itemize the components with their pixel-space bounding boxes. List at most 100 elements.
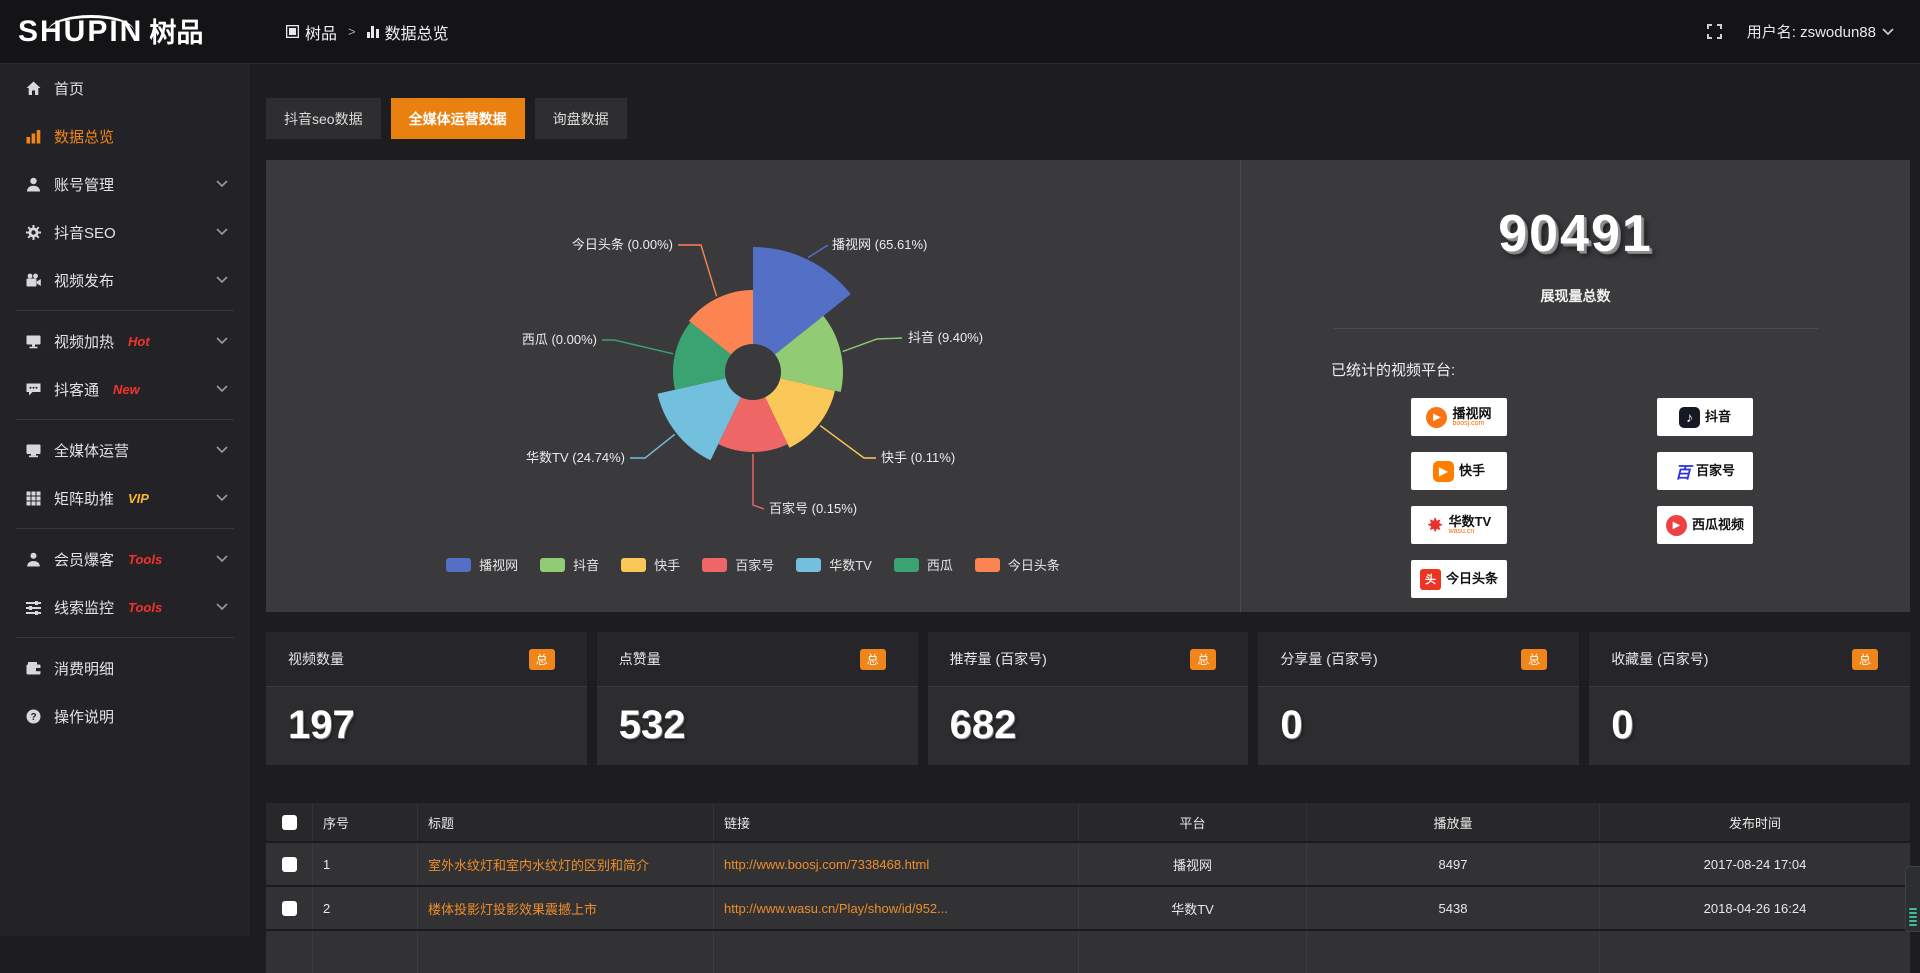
legend-item-西瓜[interactable]: 西瓜 bbox=[894, 555, 953, 574]
legend-label: 播视网 bbox=[479, 555, 518, 574]
legend-item-播视网[interactable]: 播视网 bbox=[446, 555, 518, 574]
pie-label-line-抖音 bbox=[843, 338, 902, 352]
sidebar-item-label: 首页 bbox=[54, 78, 84, 99]
platform-badge-wasu[interactable]: ✸华数TVwasu.cn bbox=[1411, 506, 1507, 544]
pie-label-百家号: 百家号 (0.15%) bbox=[769, 501, 857, 516]
platform-badges: ▶播视网boosj.com ▶快手 ✸华数TVwasu.cn 头今日头条 ♪抖音百百家… bbox=[1411, 398, 1910, 598]
legend-item-今日头条[interactable]: 今日头条 bbox=[975, 555, 1060, 574]
sidebar-item-video-heat[interactable]: 视频加热Hot bbox=[0, 317, 250, 365]
sidebar-item-media-ops[interactable]: 全媒体运营 bbox=[0, 426, 250, 474]
app-logo[interactable]: SHUPIN 树品 bbox=[0, 17, 250, 47]
stat-card-value: 197 bbox=[266, 687, 587, 748]
total-badge[interactable]: 总 bbox=[529, 649, 555, 670]
breadcrumb-root[interactable]: 树品 bbox=[286, 20, 337, 44]
sidebar-item-member-burst[interactable]: 会员爆客Tools bbox=[0, 535, 250, 583]
chevron-down-icon bbox=[216, 385, 228, 393]
total-badge[interactable]: 总 bbox=[860, 649, 886, 670]
select-all-checkbox[interactable] bbox=[282, 815, 297, 830]
rose-pie-chart[interactable]: 播视网 (65.61%)抖音 (9.40%)快手 (0.11%)百家号 (0.1… bbox=[266, 160, 1240, 612]
sidebar-item-douketong[interactable]: 抖客通New bbox=[0, 365, 250, 413]
video-title-link[interactable]: 楼体投影灯投影效果震撼上市 bbox=[428, 899, 597, 918]
sidebar-item-data-overview[interactable]: 数据总览 bbox=[0, 112, 250, 160]
sidebar-item-label: 全媒体运营 bbox=[54, 440, 129, 461]
chevron-down-icon bbox=[216, 555, 228, 563]
breadcrumb-root-label: 树品 bbox=[305, 20, 337, 44]
sidebar-item-account[interactable]: 账号管理 bbox=[0, 160, 250, 208]
video-title-link[interactable]: 室外水纹灯和室内水纹灯的区别和简介 bbox=[428, 855, 649, 874]
sidebar-divider bbox=[16, 419, 234, 420]
summary-divider bbox=[1334, 328, 1818, 329]
platform-name: 百家号 bbox=[1696, 464, 1735, 478]
pie-label-西瓜: 西瓜 (0.00%) bbox=[522, 332, 597, 347]
gear-icon bbox=[25, 224, 42, 241]
side-scroll-widget[interactable] bbox=[1905, 866, 1920, 932]
platform-badge-douyin[interactable]: ♪抖音 bbox=[1657, 398, 1753, 436]
platform-badge-boosj[interactable]: ▶播视网boosj.com bbox=[1411, 398, 1507, 436]
user-menu[interactable]: 用户名: zswodun88 bbox=[1747, 21, 1894, 42]
main-content: 抖音seo数据全媒体运营数据询盘数据 播视网 (65.61%)抖音 (9.40%… bbox=[250, 64, 1920, 936]
video-url-link[interactable]: http://www.boosj.com/7338468.html bbox=[724, 857, 929, 872]
fullscreen-icon[interactable] bbox=[1706, 23, 1723, 40]
legend-label: 华数TV bbox=[829, 555, 872, 574]
platform-badge-column-right: ♪抖音百百家号 ▶西瓜视频 bbox=[1657, 398, 1753, 598]
sidebar-item-label: 视频加热 bbox=[54, 331, 114, 352]
cell-plays: 8497 bbox=[1307, 843, 1600, 885]
total-impressions-value: 90491 bbox=[1241, 204, 1910, 264]
platform-badge-toutiao[interactable]: 头今日头条 bbox=[1411, 560, 1507, 598]
legend-item-快手[interactable]: 快手 bbox=[621, 555, 680, 574]
total-badge[interactable]: 总 bbox=[1852, 649, 1878, 670]
platform-name: 西瓜视频 bbox=[1692, 518, 1744, 532]
platform-badge-kuaishou[interactable]: ▶快手 bbox=[1411, 452, 1507, 490]
platform-name: 今日头条 bbox=[1446, 572, 1498, 586]
legend-swatch bbox=[894, 558, 919, 572]
summary-panel: 90491 展现量总数 已统计的视频平台: ▶播视网boosj.com▶快手✸华… bbox=[1240, 160, 1910, 612]
row-checkbox[interactable] bbox=[282, 857, 297, 872]
header-platform: 平台 bbox=[1079, 803, 1307, 841]
sidebar-item-label: 数据总览 bbox=[54, 126, 114, 147]
sidebar-item-home[interactable]: 首页 bbox=[0, 64, 250, 112]
toutiao-logo: 头 bbox=[1420, 569, 1441, 590]
stat-card-title: 推荐量 (百家号) bbox=[950, 649, 1047, 669]
cell-time: 2018-04-26 16:24 bbox=[1600, 887, 1910, 929]
legend-label: 西瓜 bbox=[927, 555, 953, 574]
pie-label-line-百家号 bbox=[753, 454, 764, 509]
legend-item-百家号[interactable]: 百家号 bbox=[702, 555, 774, 574]
total-badge[interactable]: 总 bbox=[1190, 649, 1216, 670]
table-row: 1室外水纹灯和室内水纹灯的区别和简介http://www.boosj.com/7… bbox=[266, 841, 1910, 885]
header-time: 发布时间 bbox=[1600, 803, 1910, 841]
breadcrumb-separator: > bbox=[348, 24, 356, 39]
total-badge[interactable]: 总 bbox=[1521, 649, 1547, 670]
tab-media-ops-data[interactable]: 全媒体运营数据 bbox=[391, 98, 525, 139]
header-title: 标题 bbox=[418, 803, 714, 841]
sidebar-item-video-publish[interactable]: 视频发布 bbox=[0, 256, 250, 304]
stat-card-header: 点赞量总 bbox=[597, 632, 918, 687]
legend-swatch bbox=[975, 558, 1000, 572]
tab-douyin-seo-data[interactable]: 抖音seo数据 bbox=[266, 98, 381, 139]
stat-card-value: 532 bbox=[597, 687, 918, 748]
tab-inquiry-data[interactable]: 询盘数据 bbox=[535, 98, 627, 139]
video-url-link[interactable]: http://www.wasu.cn/Play/show/id/952... bbox=[724, 901, 948, 916]
sidebar-item-clue-monitor[interactable]: 线索监控Tools bbox=[0, 583, 250, 631]
shupin-icon bbox=[286, 25, 299, 38]
sidebar-divider bbox=[16, 528, 234, 529]
sidebar-item-matrix-boost[interactable]: 矩阵助推VIP bbox=[0, 474, 250, 522]
row-checkbox[interactable] bbox=[282, 901, 297, 916]
platform-badge-xigua[interactable]: ▶西瓜视频 bbox=[1657, 506, 1753, 544]
sidebar-item-label: 操作说明 bbox=[54, 706, 114, 727]
legend-swatch bbox=[446, 558, 471, 572]
stat-card-2: 推荐量 (百家号)总682 bbox=[928, 632, 1249, 765]
table-row: 2楼体投影灯投影效果震撼上市http://www.wasu.cn/Play/sh… bbox=[266, 885, 1910, 929]
legend-item-抖音[interactable]: 抖音 bbox=[540, 555, 599, 574]
platform-badge-baijiahao[interactable]: 百百家号 bbox=[1657, 452, 1753, 490]
stat-card-value: 0 bbox=[1258, 687, 1579, 748]
breadcrumb-current[interactable]: 数据总览 bbox=[367, 20, 449, 44]
legend-label: 今日头条 bbox=[1008, 555, 1060, 574]
legend-item-华数TV[interactable]: 华数TV bbox=[796, 555, 872, 574]
legend-label: 抖音 bbox=[573, 555, 599, 574]
sidebar-item-help[interactable]: ?操作说明 bbox=[0, 692, 250, 740]
chevron-down-icon bbox=[216, 494, 228, 502]
sidebar-divider bbox=[16, 310, 234, 311]
sidebar-item-consume[interactable]: 消费明细 bbox=[0, 644, 250, 692]
username-label: 用户名: zswodun88 bbox=[1747, 21, 1876, 42]
sidebar-item-douyin-seo[interactable]: 抖音SEO bbox=[0, 208, 250, 256]
